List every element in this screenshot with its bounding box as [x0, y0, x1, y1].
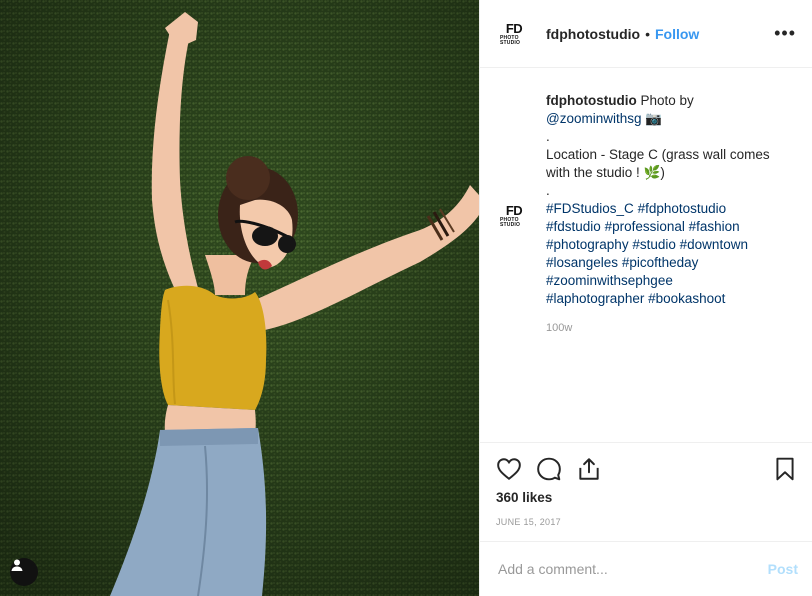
share-icon[interactable] [576, 456, 602, 482]
profile-avatar[interactable]: FD PHOTO STUDIO [500, 19, 528, 49]
post-caption: fdphotostudio Photo by @zoominwithsg 📷 .… [546, 92, 792, 308]
comment-icon[interactable] [536, 456, 562, 482]
caption-mention[interactable]: @zoominwithsg [546, 111, 642, 126]
hashtag[interactable]: #bookashoot [648, 291, 725, 306]
logo-text: FD [505, 203, 523, 218]
hashtag[interactable]: #laphotographer [546, 291, 644, 306]
hashtag[interactable]: #professional [605, 219, 685, 234]
header-username[interactable]: fdphotostudio [546, 26, 640, 42]
logo-subtext: PHOTO STUDIO [500, 217, 521, 228]
hashtag[interactable]: #fashion [689, 219, 740, 234]
comment-input[interactable] [496, 560, 768, 578]
hashtag[interactable]: #zoominwithsephgee [546, 273, 673, 288]
tagged-user-icon[interactable] [10, 558, 38, 586]
logo-subtext: PHOTO STUDIO [500, 34, 521, 46]
hashtag[interactable]: #studio [632, 237, 676, 252]
post-date[interactable]: JUNE 15, 2017 [480, 505, 812, 541]
instagram-post: FD PHOTO STUDIO fdphotostudio • Follow •… [0, 0, 812, 596]
bookmark-icon[interactable] [772, 456, 798, 482]
plant-emoji: 🌿 [643, 165, 661, 180]
caption-area: FD PHOTO STUDIO fdphotostudio Photo by @… [480, 68, 812, 442]
caption-text: Photo by [636, 93, 694, 108]
hashtag[interactable]: #fdstudio [546, 219, 601, 234]
comment-bar: Post [480, 541, 812, 596]
likes-count[interactable]: 360 likes [480, 490, 812, 505]
hashtag[interactable]: #downtown [680, 237, 748, 252]
post-comment-button[interactable]: Post [768, 561, 798, 577]
hashtag[interactable]: #FDStudios_C [546, 201, 634, 216]
more-options-icon[interactable]: ••• [774, 23, 796, 44]
action-bar [480, 442, 812, 494]
logo-text: FD [505, 20, 523, 36]
hashtag[interactable]: #losangeles [546, 255, 618, 270]
header-dot-separator: • [645, 25, 650, 42]
caption-avatar[interactable]: FD PHOTO STUDIO [500, 201, 528, 231]
heart-icon[interactable] [496, 456, 522, 482]
caption-separator: . [546, 183, 550, 198]
hashtag[interactable]: #fdphotostudio [638, 201, 727, 216]
caption-username[interactable]: fdphotostudio [546, 93, 637, 108]
caption-separator: . [546, 129, 550, 144]
caption-location-end: ) [660, 165, 665, 180]
post-side-panel: FD PHOTO STUDIO fdphotostudio • Follow •… [479, 0, 812, 596]
photo-illustration [0, 0, 479, 596]
hashtag[interactable]: #photography [546, 237, 629, 252]
camera-emoji: 📷 [641, 111, 663, 126]
hashtag[interactable]: #picoftheday [622, 255, 699, 270]
follow-button[interactable]: Follow [655, 26, 699, 42]
caption-age[interactable]: 100w [546, 322, 792, 334]
post-photo[interactable] [0, 0, 479, 596]
post-header: FD PHOTO STUDIO fdphotostudio • Follow •… [480, 0, 812, 68]
